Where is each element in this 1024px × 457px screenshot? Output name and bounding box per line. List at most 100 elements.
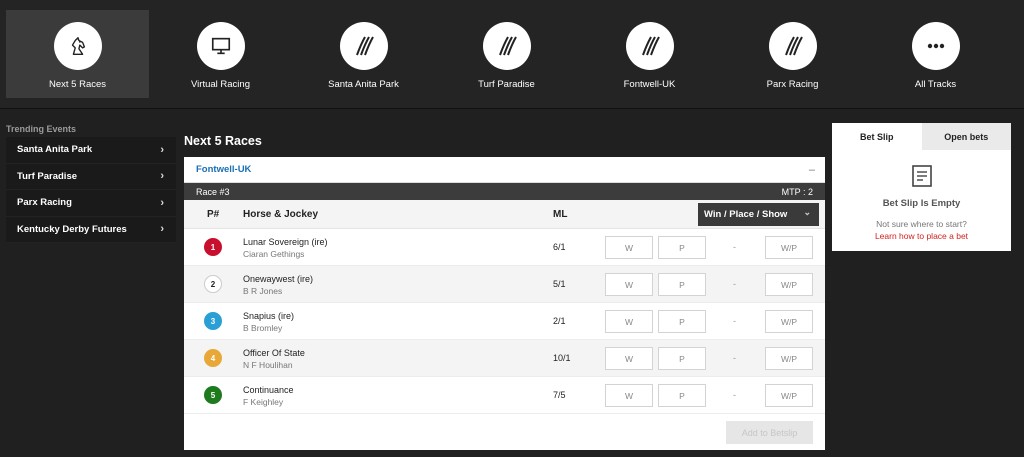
- table-row: 5 Continuance F Keighley 7/5 W P - W/P: [184, 377, 825, 414]
- racetrack-icon: [768, 22, 817, 70]
- column-header-program-number: P#: [207, 208, 220, 220]
- horse-name: Snapius (ire): [243, 311, 295, 321]
- document-icon: [911, 164, 933, 193]
- morning-line-odds: 2/1: [553, 316, 566, 326]
- show-unavailable: -: [733, 353, 736, 363]
- win-place-bet-button[interactable]: W/P: [765, 347, 813, 370]
- nav-label: Parx Racing: [766, 79, 819, 90]
- sidebar-item-turf-paradise[interactable]: Turf Paradise ›: [6, 164, 176, 190]
- nav-label: Virtual Racing: [191, 79, 250, 90]
- chevron-down-icon: ⌄: [803, 207, 811, 217]
- jockey-name: B R Jones: [243, 286, 283, 296]
- racetrack-icon: [482, 22, 531, 70]
- jockey-name: F Keighley: [243, 397, 284, 407]
- jockey-name: B Bromley: [243, 323, 283, 333]
- nav-label: Santa Anita Park: [328, 79, 399, 90]
- mtp-label: MTP : 2: [781, 186, 813, 197]
- chevron-right-icon: ›: [160, 196, 164, 209]
- sidebar-item-label: Santa Anita Park: [17, 144, 93, 156]
- racetrack-icon: [339, 22, 388, 70]
- place-bet-button[interactable]: P: [658, 384, 706, 407]
- table-header: P# Horse & Jockey ML Win / Place / Show …: [184, 200, 825, 229]
- sidebar-item-label: Kentucky Derby Futures: [17, 223, 127, 235]
- bet-slip-panel: Bet Slip Open bets Bet Slip Is Empty Not…: [832, 123, 1011, 251]
- sidebar-item-kentucky-derby-futures[interactable]: Kentucky Derby Futures ›: [6, 217, 176, 243]
- race-number: Race #3: [196, 186, 230, 197]
- morning-line-odds: 5/1: [553, 279, 566, 289]
- chevron-right-icon: ›: [160, 223, 164, 236]
- track-name-link[interactable]: Fontwell-UK: [196, 164, 251, 175]
- table-row: 3 Snapius (ire) B Bromley 2/1 W P - W/P: [184, 303, 825, 340]
- program-number-badge: 2: [204, 275, 222, 293]
- win-bet-button[interactable]: W: [605, 236, 653, 259]
- show-unavailable: -: [733, 390, 736, 400]
- track-header: Fontwell-UK –: [184, 157, 825, 183]
- table-row: 2 Onewaywest (ire) B R Jones 5/1 W P - W/P: [184, 266, 825, 303]
- place-bet-button[interactable]: P: [658, 273, 706, 296]
- trending-events-title: Trending Events: [6, 124, 77, 134]
- top-nav: Next 5 Races Virtual Racing Santa Anita …: [0, 0, 1024, 108]
- bet-slip-tabs: Bet Slip Open bets: [832, 123, 1011, 150]
- race-header: Race #3 MTP : 2: [184, 183, 825, 200]
- win-place-bet-button[interactable]: W/P: [765, 273, 813, 296]
- win-place-bet-button[interactable]: W/P: [765, 236, 813, 259]
- collapse-button[interactable]: –: [809, 164, 815, 176]
- morning-line-odds: 6/1: [553, 242, 566, 252]
- sidebar-item-santa-anita-park[interactable]: Santa Anita Park ›: [6, 137, 176, 164]
- nav-label: Fontwell-UK: [623, 79, 676, 90]
- nav-item-santa-anita-park[interactable]: Santa Anita Park: [292, 10, 435, 98]
- bet-type-label: Win / Place / Show: [704, 209, 788, 220]
- horse-name: Officer Of State: [243, 348, 305, 358]
- nav-divider: [0, 108, 1024, 109]
- program-number-badge: 5: [204, 386, 222, 404]
- chevron-right-icon: ›: [160, 143, 164, 156]
- column-header-horse-jockey: Horse & Jockey: [243, 208, 319, 220]
- show-unavailable: -: [733, 242, 736, 252]
- nav-item-all-tracks[interactable]: All Tracks: [864, 10, 1007, 98]
- page-title: Next 5 Races: [184, 134, 262, 148]
- trending-events-list: Santa Anita Park › Turf Paradise › Parx …: [6, 137, 176, 243]
- horse-name: Onewaywest (ire): [243, 274, 314, 284]
- tab-open-bets[interactable]: Open bets: [921, 123, 1011, 150]
- race-card: Fontwell-UK – Race #3 MTP : 2 P# Horse &…: [184, 157, 825, 450]
- horse-head-icon: [53, 22, 102, 70]
- monitor-icon: [196, 22, 245, 70]
- nav-item-turf-paradise[interactable]: Turf Paradise: [435, 10, 578, 98]
- bet-slip-hint: Not sure where to start?: [876, 219, 967, 229]
- show-unavailable: -: [733, 316, 736, 326]
- nav-item-fontwell-uk[interactable]: Fontwell-UK: [578, 10, 721, 98]
- add-to-betslip-button[interactable]: Add to Betslip: [726, 421, 813, 444]
- nav-item-parx-racing[interactable]: Parx Racing: [721, 10, 864, 98]
- racetrack-icon: [625, 22, 674, 70]
- chevron-right-icon: ›: [160, 170, 164, 183]
- win-bet-button[interactable]: W: [605, 310, 653, 333]
- program-number-badge: 3: [204, 312, 222, 330]
- sidebar-item-label: Parx Racing: [17, 197, 72, 209]
- program-number-badge: 4: [204, 349, 222, 367]
- nav-label: All Tracks: [914, 79, 957, 90]
- column-header-morning-line: ML: [553, 208, 568, 220]
- learn-how-link[interactable]: Learn how to place a bet: [832, 231, 1011, 241]
- nav-label: Turf Paradise: [478, 79, 535, 90]
- jockey-name: N F Houlihan: [243, 360, 293, 370]
- nav-item-next-5-races[interactable]: Next 5 Races: [6, 10, 149, 98]
- place-bet-button[interactable]: P: [658, 347, 706, 370]
- place-bet-button[interactable]: P: [658, 310, 706, 333]
- morning-line-odds: 10/1: [553, 353, 571, 363]
- nav-item-virtual-racing[interactable]: Virtual Racing: [149, 10, 292, 98]
- horse-name: Lunar Sovereign (ire): [243, 237, 328, 247]
- win-place-bet-button[interactable]: W/P: [765, 310, 813, 333]
- win-place-bet-button[interactable]: W/P: [765, 384, 813, 407]
- sidebar-item-parx-racing[interactable]: Parx Racing ›: [6, 190, 176, 217]
- win-bet-button[interactable]: W: [605, 384, 653, 407]
- show-unavailable: -: [733, 279, 736, 289]
- table-row: 4 Officer Of State N F Houlihan 10/1 W P - W/P: [184, 340, 825, 377]
- win-bet-button[interactable]: W: [605, 273, 653, 296]
- table-row: 1 Lunar Sovereign (ire) Ciaran Gethings 6/1…: [184, 229, 825, 266]
- nav-label: Next 5 Races: [48, 79, 107, 90]
- win-bet-button[interactable]: W: [605, 347, 653, 370]
- bet-type-dropdown[interactable]: Win / Place / Show ⌄: [698, 203, 819, 226]
- place-bet-button[interactable]: P: [658, 236, 706, 259]
- program-number-badge: 1: [204, 238, 222, 256]
- tab-bet-slip[interactable]: Bet Slip: [832, 123, 922, 150]
